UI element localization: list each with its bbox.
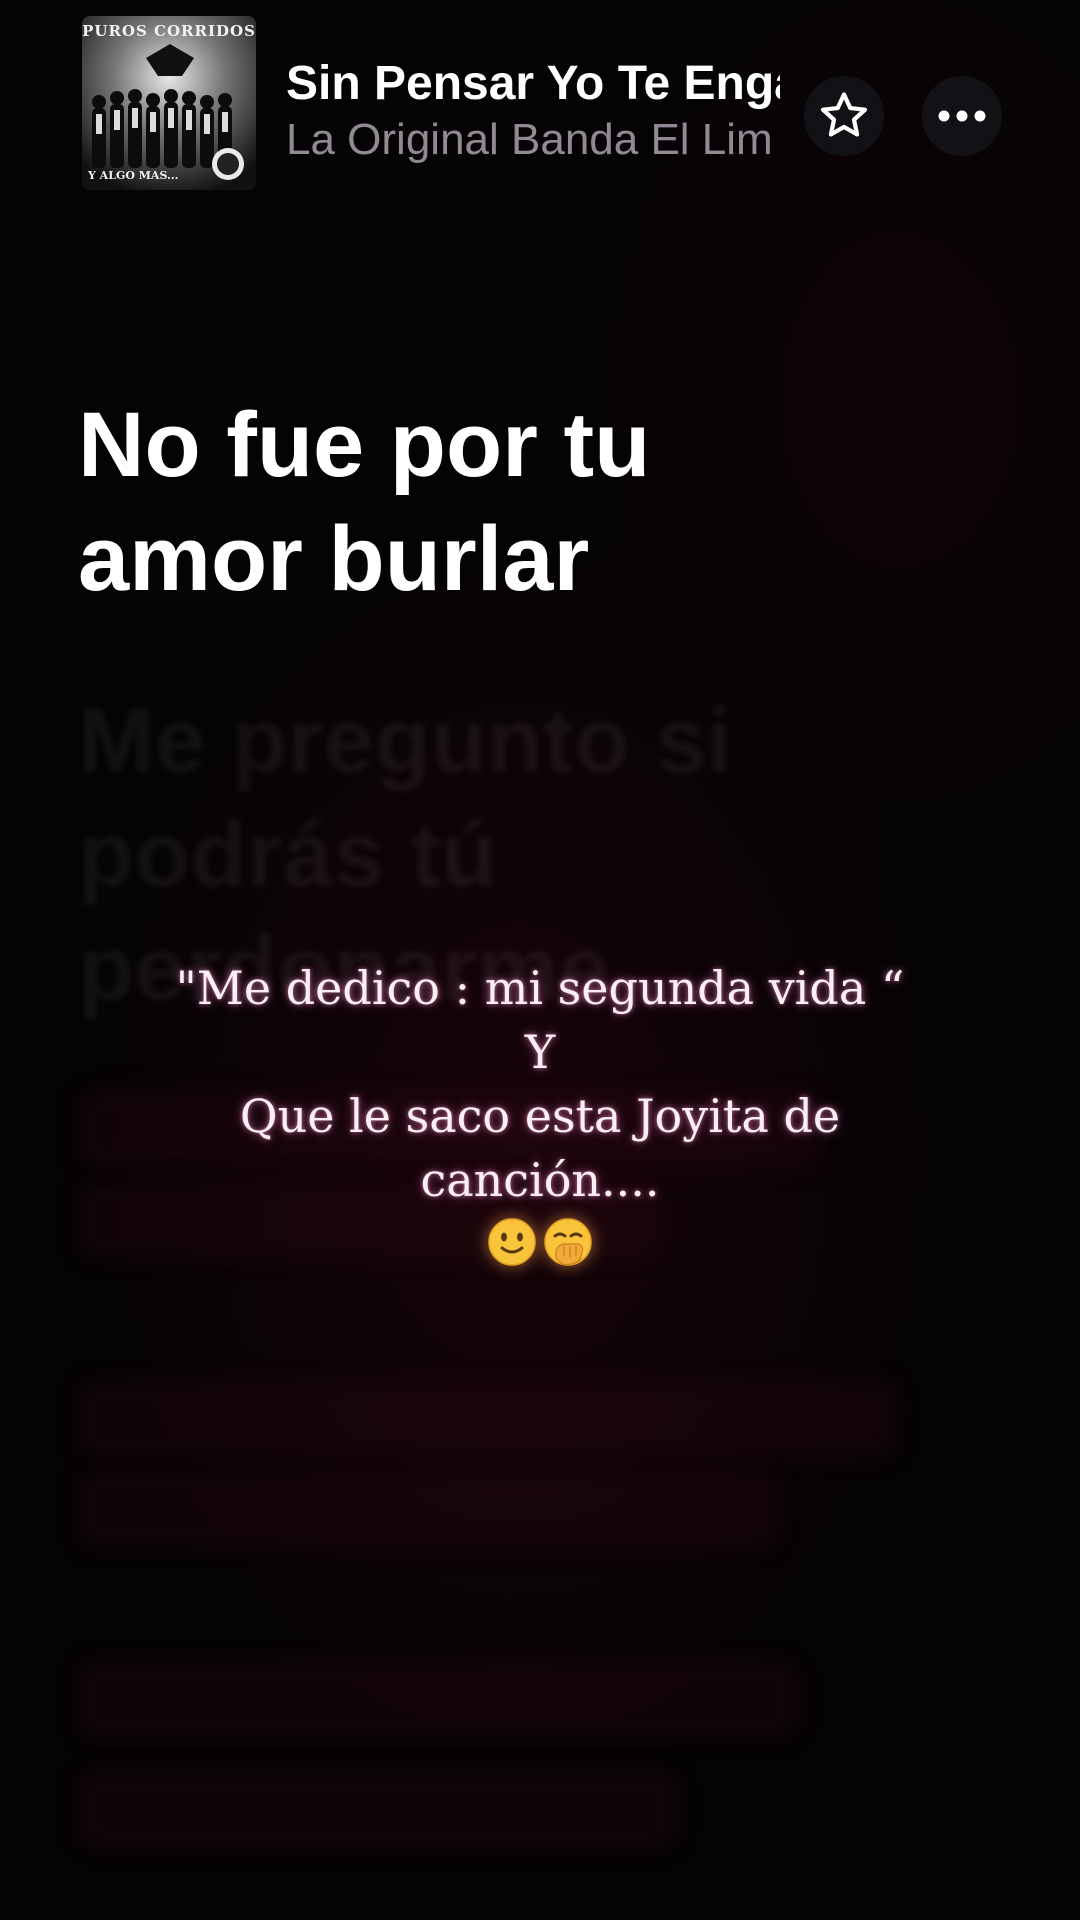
- caption-line: Y: [524, 1025, 556, 1079]
- lyric-text: No fue por tu: [78, 394, 651, 496]
- slightly-smiling-face-icon: [488, 1218, 536, 1266]
- track-info[interactable]: Sin Pensar Yo Te Enga La Original Banda …: [286, 56, 780, 168]
- more-options-button[interactable]: [922, 76, 1002, 156]
- lyric-text: amor burlar: [78, 508, 590, 610]
- lyric-line-blurred[interactable]: [78, 1470, 778, 1548]
- lyric-line-blurred[interactable]: [78, 1380, 898, 1458]
- album-art-subtitle: Y ALGO MAS...: [88, 169, 179, 182]
- story-caption: "Me dedico : mi segunda vida “ Y Que le …: [140, 956, 940, 1268]
- lyric-line-current[interactable]: No fue por tu amor burlar: [78, 388, 778, 616]
- caption-emojis: [140, 1216, 940, 1268]
- track-title: Sin Pensar Yo Te Enga: [286, 57, 780, 110]
- caption-line: canción....: [420, 1153, 660, 1207]
- now-playing-header: PUROS CORRIDOS Y ALGO MAS... Sin Pensar …: [0, 0, 1080, 200]
- face-with-hand-over-mouth-icon: [544, 1218, 592, 1266]
- album-art-image: [82, 16, 256, 190]
- favorite-button[interactable]: [804, 76, 884, 156]
- caption-line: "Me dedico : mi segunda vida “: [175, 961, 905, 1015]
- ellipsis-icon: [938, 110, 986, 122]
- caption-line: Que le saco esta Joyita de: [239, 1089, 841, 1143]
- star-outline-icon: [820, 92, 868, 137]
- lyric-text: podrás tú: [78, 804, 498, 906]
- track-artist: La Original Banda El Lim: [286, 115, 773, 164]
- lyric-line-blurred[interactable]: [78, 1660, 798, 1738]
- album-art-title: PUROS CORRIDOS: [82, 22, 256, 40]
- album-art[interactable]: PUROS CORRIDOS Y ALGO MAS...: [82, 16, 256, 190]
- lyric-line-blurred[interactable]: [78, 1770, 678, 1848]
- lyric-text: Me pregunto si: [78, 690, 733, 792]
